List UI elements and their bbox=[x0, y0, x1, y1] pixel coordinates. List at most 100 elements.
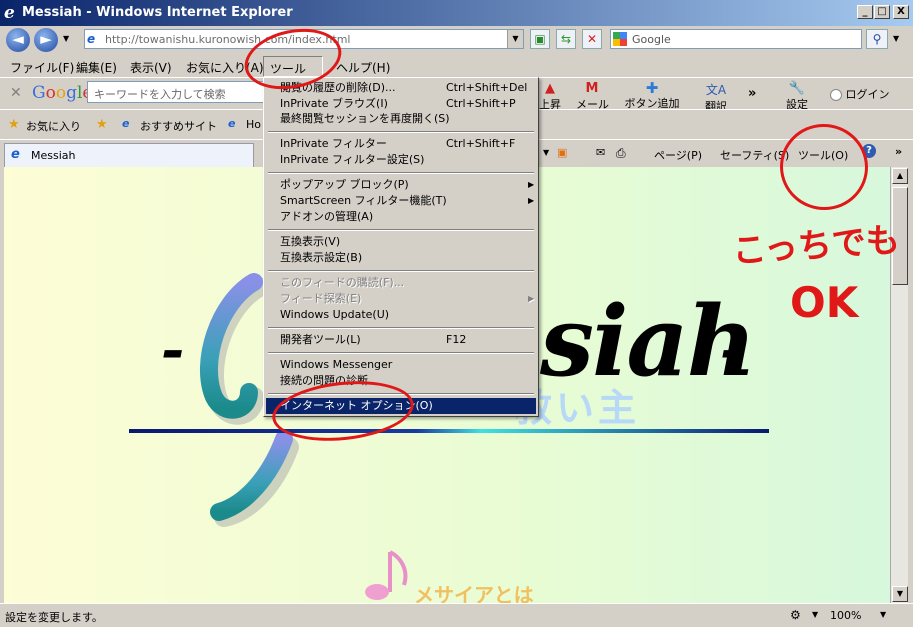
menu-item-reopen-session[interactable]: 最終閲覧セッションを再度開く(S) bbox=[266, 111, 536, 127]
menu-bar: ファイル(F) 編集(E) 表示(V) お気に入り(A) ヘルプ(H) bbox=[0, 56, 913, 77]
menu-view[interactable]: 表示(V) bbox=[130, 59, 172, 76]
about-messiah-link[interactable]: メサイアとは bbox=[414, 579, 534, 603]
print-icon[interactable]: ⎙ bbox=[616, 146, 626, 161]
menu-item-label: このフィードの購読(F)... bbox=[280, 276, 405, 289]
page-menu-button[interactable]: ページ(P) bbox=[654, 147, 702, 163]
tab-page-icon: e bbox=[11, 147, 20, 162]
menu-item-shortcut: Ctrl+Shift+P bbox=[446, 97, 516, 110]
close-toolbar-icon[interactable]: ✕ bbox=[10, 85, 22, 101]
search-input[interactable]: Google bbox=[610, 29, 862, 49]
close-button[interactable]: X bbox=[893, 5, 909, 19]
menu-item-smartscreen[interactable]: SmartScreen フィルター機能(T) ▶ bbox=[266, 193, 536, 209]
address-dropdown-icon[interactable]: ▼ bbox=[507, 30, 523, 48]
menu-item-inprivate-browsing[interactable]: InPrivate ブラウズ(I) Ctrl+Shift+P bbox=[266, 96, 536, 112]
suggested-sites-link[interactable]: おすすめサイト bbox=[140, 118, 217, 134]
tab-title: Messiah bbox=[31, 149, 76, 162]
menu-item-label: 互換表示設定(B) bbox=[280, 251, 363, 264]
login-label: ログイン bbox=[845, 88, 890, 101]
submenu-arrow-icon: ▶ bbox=[528, 196, 535, 205]
search-icon[interactable]: ⚲ bbox=[866, 29, 888, 49]
address-toolbar: ◄ ► ▼ e http://towanishu.kuronowish.com/… bbox=[0, 26, 913, 56]
menu-item-label: Windows Update(U) bbox=[280, 308, 390, 321]
menu-item-label: InPrivate フィルター bbox=[280, 137, 387, 150]
search-placeholder: Google bbox=[632, 33, 671, 46]
history-dropdown-icon[interactable]: ▼ bbox=[63, 34, 69, 43]
mail-icon: M bbox=[585, 81, 599, 96]
title-bar: e Messiah - Windows Internet Explorer _ … bbox=[0, 0, 913, 26]
annotation-text-line2: OK bbox=[790, 278, 859, 327]
menu-item-compat-view[interactable]: 互換表示(V) bbox=[266, 234, 536, 250]
scroll-up-icon[interactable]: ▲ bbox=[892, 168, 908, 184]
menu-item-inprivate-filter-settings[interactable]: InPrivate フィルター設定(S) bbox=[266, 152, 536, 168]
zoom-level[interactable]: 100% bbox=[830, 609, 861, 622]
tools-dropdown-menu: 閲覧の履歴の削除(D)... Ctrl+Shift+Del InPrivate ブ… bbox=[263, 77, 539, 417]
menu-item-feed-discovery: フィード探索(E) ▶ bbox=[266, 291, 536, 307]
suggested-sites-icon: e bbox=[122, 117, 130, 130]
heading-dash-right: - bbox=[720, 317, 744, 383]
zoom-dropdown-icon[interactable]: ▼ bbox=[880, 610, 886, 619]
menu-separator bbox=[268, 270, 534, 272]
menu-item-label: 最終閲覧セッションを再度開く(S) bbox=[280, 112, 450, 125]
menu-item-shortcut: F12 bbox=[446, 333, 467, 346]
hotmail-link[interactable]: Ho bbox=[246, 118, 261, 131]
toolbar-button-login[interactable]: ログイン bbox=[830, 86, 890, 102]
rss-icon[interactable]: ▣ bbox=[557, 146, 567, 159]
more-chevron-icon[interactable]: » bbox=[748, 86, 756, 101]
search-options-icon[interactable]: ▼ bbox=[893, 34, 899, 43]
google-search-input[interactable]: キーワードを入力して検索 bbox=[87, 81, 267, 103]
minimize-button[interactable]: _ bbox=[857, 5, 873, 19]
forward-button[interactable]: ► bbox=[34, 28, 58, 52]
menu-item-shortcut: Ctrl+Shift+F bbox=[446, 137, 516, 150]
status-bar: 設定を変更します。 ⚙ ▼ 100% ▼ bbox=[0, 603, 913, 627]
hotmail-icon: e bbox=[228, 117, 236, 130]
menu-item-label: SmartScreen フィルター機能(T) bbox=[280, 194, 447, 207]
translate-icon: 文A bbox=[705, 83, 727, 97]
add-icon: ✚ bbox=[645, 79, 659, 97]
mail-read-icon[interactable]: ✉ bbox=[596, 146, 605, 159]
menu-item-subscribe-feed: このフィードの購読(F)... bbox=[266, 275, 536, 291]
home-dropdown-icon[interactable]: ▼ bbox=[543, 148, 549, 157]
menu-separator bbox=[268, 131, 534, 133]
menu-edit[interactable]: 編集(E) bbox=[76, 59, 117, 76]
menu-item-label: InPrivate フィルター設定(S) bbox=[280, 153, 425, 166]
menu-item-popup-blocker[interactable]: ポップアップ ブロック(P) ▶ bbox=[266, 177, 536, 193]
google-icon bbox=[613, 32, 627, 46]
wrench-icon: 🔧 bbox=[788, 81, 806, 96]
favorites-star-icon: ★ bbox=[8, 117, 20, 132]
stop-icon[interactable]: ✕ bbox=[582, 29, 602, 49]
menu-item-compat-view-settings[interactable]: 互換表示設定(B) bbox=[266, 250, 536, 266]
tab-messiah[interactable]: e Messiah bbox=[4, 143, 254, 167]
status-text: 設定を変更します。 bbox=[5, 611, 103, 624]
menu-item-diagnose-connection[interactable]: 接続の問題の診断... bbox=[266, 373, 536, 389]
menu-separator bbox=[268, 352, 534, 354]
menu-item-inprivate-filter[interactable]: InPrivate フィルター Ctrl+Shift+F bbox=[266, 136, 536, 152]
menu-file[interactable]: ファイル(F) bbox=[10, 59, 74, 76]
menu-help[interactable]: ヘルプ(H) bbox=[336, 59, 390, 76]
back-button[interactable]: ◄ bbox=[6, 28, 30, 52]
window-title: Messiah - Windows Internet Explorer bbox=[22, 5, 293, 20]
google-search-placeholder: キーワードを入力して検索 bbox=[94, 88, 226, 101]
security-zone-icon[interactable]: ⚙ bbox=[790, 608, 801, 622]
safety-menu-button[interactable]: セーフティ(S) bbox=[720, 147, 789, 163]
favorites-button[interactable]: お気に入り bbox=[26, 118, 81, 134]
menu-item-label: 開発者ツール(L) bbox=[280, 333, 361, 346]
scroll-down-icon[interactable]: ▼ bbox=[892, 586, 908, 602]
menu-item-windows-update[interactable]: Windows Update(U) bbox=[266, 307, 536, 323]
menu-item-windows-messenger[interactable]: Windows Messenger bbox=[266, 357, 536, 373]
toolbar-button-settings[interactable]: 🔧 設定 bbox=[780, 81, 814, 112]
toolbar-button-mail[interactable]: M メール bbox=[576, 81, 609, 112]
add-favorite-icon[interactable]: ★ bbox=[96, 117, 108, 132]
refresh-icon[interactable]: ⇆ bbox=[556, 29, 576, 49]
zone-dropdown-icon[interactable]: ▼ bbox=[812, 610, 818, 619]
maximize-button[interactable]: □ bbox=[874, 5, 890, 19]
compat-view-icon[interactable]: ▣ bbox=[530, 29, 550, 49]
menu-item-manage-addons[interactable]: アドオンの管理(A) bbox=[266, 209, 536, 225]
toolbar-button-add[interactable]: ✚ ボタン追加 bbox=[624, 81, 680, 111]
heading-dash-left: - bbox=[161, 317, 185, 383]
more-commands-icon[interactable]: » bbox=[895, 145, 902, 158]
page-icon: e bbox=[87, 32, 96, 46]
menu-item-label: InPrivate ブラウズ(I) bbox=[280, 97, 388, 110]
menu-item-label: フィード探索(E) bbox=[280, 292, 362, 305]
google-logo: Google bbox=[32, 83, 92, 103]
menu-item-developer-tools[interactable]: 開発者ツール(L) F12 bbox=[266, 332, 536, 348]
